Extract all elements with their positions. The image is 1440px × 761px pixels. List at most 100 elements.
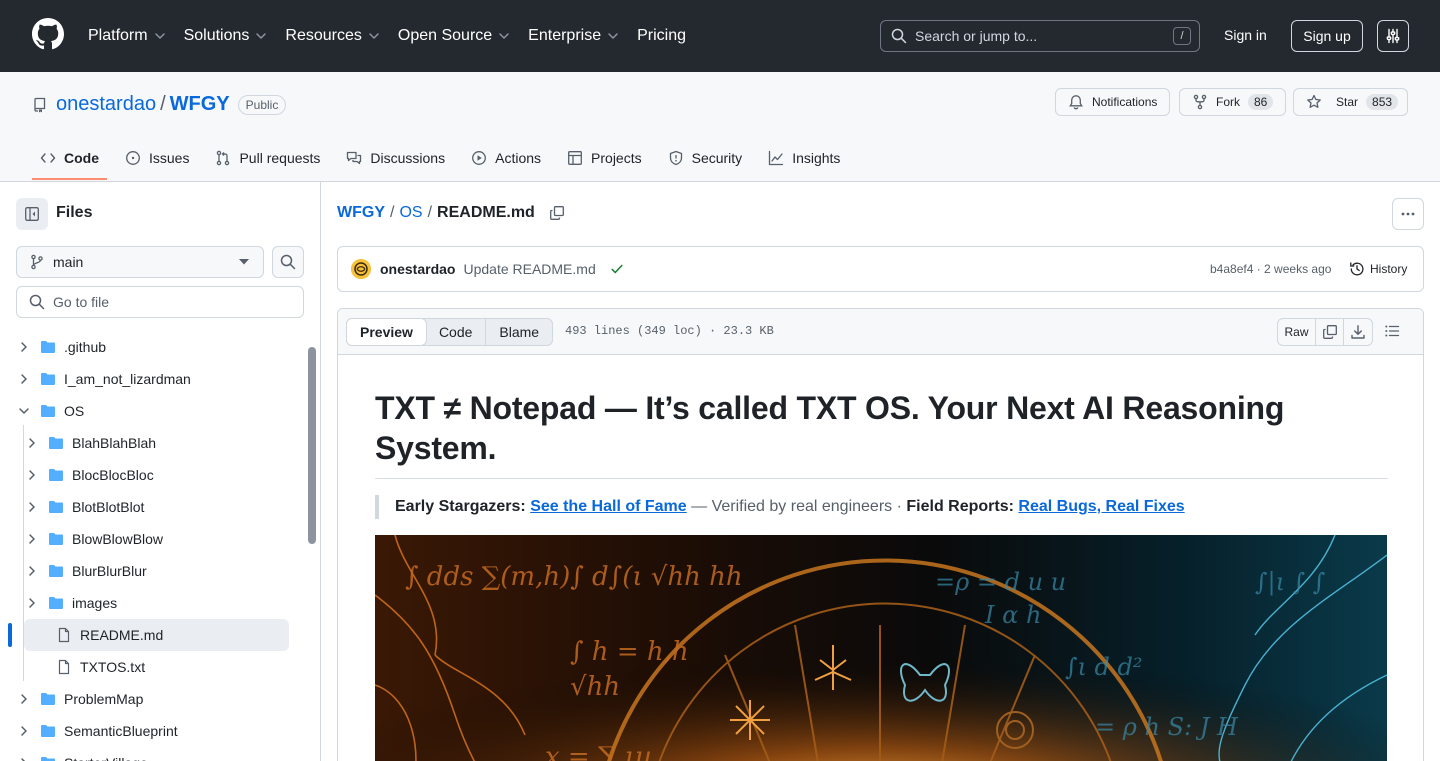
tree-item-label: BlocBlocBloc: [72, 467, 154, 483]
collapse-sidebar-button[interactable]: [16, 198, 48, 230]
go-to-file-input[interactable]: Go to file: [16, 286, 304, 318]
chevron-right-icon[interactable]: [24, 499, 40, 515]
global-search[interactable]: Search or jump to... /: [880, 20, 1200, 52]
breadcrumb-separator: /: [427, 204, 433, 221]
tree-folder-item[interactable]: BlowBlowBlow: [24, 523, 289, 555]
star-button[interactable]: Star 853: [1293, 88, 1408, 116]
tree-folder-item[interactable]: I_am_not_lizardman: [16, 363, 289, 395]
git-branch-icon: [29, 254, 45, 270]
folder-icon: [48, 563, 64, 579]
svg-text:I α h: I α h: [984, 601, 1041, 629]
chevron-right-icon[interactable]: [16, 755, 32, 761]
tree-folder-item[interactable]: BlahBlahBlah: [24, 427, 289, 459]
copy-raw-button[interactable]: [1316, 319, 1344, 345]
tab-security[interactable]: Security: [660, 138, 751, 178]
tree-file-item[interactable]: TXTOS.txt: [24, 651, 289, 683]
fork-button[interactable]: Fork 86: [1179, 88, 1287, 116]
github-logo-icon[interactable]: [32, 18, 64, 50]
nav-pricing[interactable]: Pricing: [637, 27, 686, 45]
chevron-down-icon[interactable]: [16, 403, 32, 419]
check-icon[interactable]: [610, 262, 624, 276]
history-icon: [1349, 261, 1365, 277]
nav-enterprise[interactable]: Enterprise: [528, 27, 619, 45]
tree-folder-item[interactable]: BlurBlurBlur: [24, 555, 289, 587]
history-button[interactable]: History: [1349, 261, 1407, 277]
tab-pull-requests[interactable]: Pull requests: [207, 138, 328, 178]
commit-author[interactable]: onestardao: [380, 261, 455, 277]
download-button[interactable]: [1344, 319, 1372, 345]
sign-in-link[interactable]: Sign in: [1224, 27, 1267, 43]
nav-label: Pricing: [637, 27, 686, 44]
notifications-button[interactable]: Notifications: [1055, 88, 1171, 116]
chevron-right-icon[interactable]: [16, 691, 32, 707]
sign-up-button[interactable]: Sign up: [1291, 20, 1363, 52]
copy-path-icon[interactable]: [549, 205, 565, 221]
graph-icon: [768, 150, 784, 166]
quote-middle-text: — Verified by real engineers ·: [691, 498, 902, 515]
svg-text:= ρ h S: J H: = ρ h S: J H: [1095, 713, 1239, 741]
chevron-right-icon[interactable]: [24, 531, 40, 547]
tree-folder-item[interactable]: .github: [16, 331, 289, 363]
nav-resources[interactable]: Resources: [285, 27, 379, 45]
tree-folder-item[interactable]: ProblemMap: [16, 683, 289, 715]
breadcrumb-dir-link[interactable]: OS: [399, 204, 422, 222]
readme-blockquote: Early Stargazers: See the Hall of Fame —…: [375, 495, 1388, 519]
nav-platform[interactable]: Platform: [88, 27, 166, 45]
readme-title: TXT ≠ Notepad — It’s called TXT OS. Your…: [375, 388, 1388, 479]
tree-folder-item[interactable]: OS: [16, 395, 289, 427]
branch-selector[interactable]: main: [16, 246, 264, 278]
tree-file-item[interactable]: README.md: [24, 619, 289, 651]
breadcrumb-repo-link[interactable]: WFGY: [337, 204, 385, 222]
commit-sha-time[interactable]: b4a8ef4 · 2 weeks ago: [1210, 262, 1331, 276]
chevron-right-icon[interactable]: [16, 339, 32, 355]
chevron-right-icon[interactable]: [24, 563, 40, 579]
chevron-right-icon[interactable]: [24, 435, 40, 451]
chevron-right-icon[interactable]: [16, 723, 32, 739]
star-label: Star: [1336, 95, 1359, 109]
author-avatar[interactable]: [351, 259, 371, 279]
blame-tab[interactable]: Blame: [486, 319, 552, 345]
file-tree: .github I_am_not_lizardman OS BlahBlahBlah B…: [0, 329, 305, 761]
chevron-right-icon[interactable]: [24, 467, 40, 483]
chevron-right-icon[interactable]: [16, 371, 32, 387]
outline-list-icon[interactable]: [1384, 323, 1400, 339]
breadcrumb: WFGY / OS / README.md: [337, 204, 565, 222]
sidebar-collapse-icon: [24, 206, 40, 222]
search-icon: [280, 254, 296, 270]
search-files-button[interactable]: [272, 246, 304, 278]
tree-folder-item[interactable]: images: [24, 587, 289, 619]
chevron-down-icon: [255, 30, 267, 42]
tab-insights[interactable]: Insights: [760, 138, 848, 178]
real-bugs-link[interactable]: Real Bugs, Real Fixes: [1018, 498, 1184, 515]
file-actions: Raw: [1277, 318, 1373, 346]
site-menu-button[interactable]: [1377, 20, 1409, 52]
repo-owner-link[interactable]: onestardao: [56, 93, 156, 116]
file-toolbar: Preview Code Blame 493 lines (349 loc) ·…: [338, 309, 1423, 355]
chevron-right-icon[interactable]: [24, 595, 40, 611]
sidebar-scrollbar[interactable]: [308, 347, 316, 544]
tree-folder-item[interactable]: SemanticBlueprint: [16, 715, 289, 747]
nav-label: Solutions: [183, 27, 250, 44]
more-options-button[interactable]: [1392, 198, 1424, 230]
preview-tab[interactable]: Preview: [346, 318, 427, 346]
nav-open-source[interactable]: Open Source: [398, 27, 510, 45]
repo-title: onestardao / WFGY Public: [32, 93, 287, 116]
tab-label: Insights: [792, 150, 841, 166]
tab-actions[interactable]: Actions: [463, 138, 549, 178]
hall-of-fame-link[interactable]: See the Hall of Fame: [530, 498, 687, 515]
tab-issues[interactable]: Issues: [117, 138, 197, 178]
tab-code[interactable]: Code: [32, 138, 107, 180]
tree-folder-item[interactable]: StarterVillage: [16, 747, 289, 761]
folder-icon: [40, 723, 56, 739]
repo-name-link[interactable]: WFGY: [170, 93, 230, 116]
tab-projects[interactable]: Projects: [559, 138, 650, 178]
tree-folder-item[interactable]: BlocBlocBloc: [24, 459, 289, 491]
commit-message[interactable]: Update README.md: [463, 261, 595, 277]
tree-item-label: images: [72, 595, 118, 611]
nav-solutions[interactable]: Solutions: [184, 27, 268, 45]
kebab-horizontal-icon: [1400, 206, 1416, 222]
raw-button[interactable]: Raw: [1278, 319, 1316, 345]
code-view-tab[interactable]: Code: [426, 319, 487, 345]
tree-folder-item[interactable]: BlotBlotBlot: [24, 491, 289, 523]
tab-discussions[interactable]: Discussions: [338, 138, 453, 178]
